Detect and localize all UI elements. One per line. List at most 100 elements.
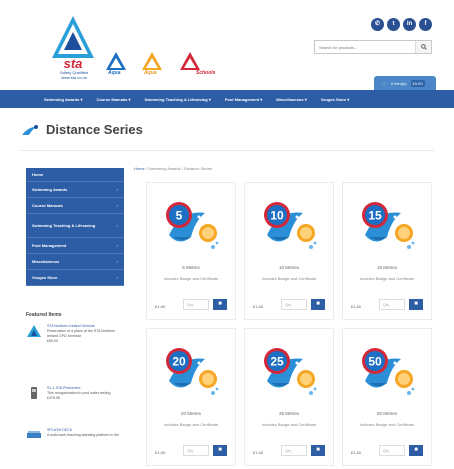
add-to-basket-button[interactable]: ■ [311,299,325,310]
quantity-input[interactable]: Qty [183,299,209,310]
featured-item-image [27,431,41,438]
sta-logo[interactable]: sta [48,14,98,74]
add-to-basket-button[interactable]: ■ [409,299,423,310]
product-image[interactable]: 5 [159,195,225,255]
sidebar-item-vouges-store[interactable]: Vouges Store › [26,270,124,286]
basket-icon: ■ [414,301,418,307]
sublogo-2[interactable]: Aqua [140,48,180,78]
sidebar-item-swimming-awards[interactable]: Swimming Awards › [26,182,124,198]
add-to-basket-button[interactable]: ■ [409,445,423,456]
quantity-input[interactable]: Qty [379,299,405,310]
sidebar-item-swimming-teaching[interactable]: Swimming Teaching & Lifesaving › [26,214,124,238]
search-button[interactable] [415,41,431,53]
product-description: Includes Badge and Certificate [163,276,219,281]
featured-item-text: SPLASH DECK A solid work teaching standi… [47,428,119,442]
nav-pool-management[interactable]: Pool Management ▾ [225,97,262,102]
social-links: ✆ t in f [371,18,432,31]
basket-icon: ■ [316,447,320,453]
nav-swimming-awards[interactable]: Swimming Awards ▾ [44,97,82,102]
sidebar-item-label: Pool Management [32,243,67,248]
nav-course-manuals[interactable]: Course Manuals ▾ [96,97,130,102]
featured-item-desc: This reorganisation in pool water testin… [47,391,111,395]
chevron-right-icon: › [116,203,118,208]
product-image[interactable]: 50 [355,341,421,401]
product-card: 5 5 Metres Includes Badge and Certificat… [146,182,236,320]
sidebar-item-label: Course Manuals [32,203,63,208]
product-card: 15 15 Metres Includes Badge and Certific… [342,182,432,320]
featured-item-price: £475.95 [47,396,60,400]
product-card: 10 10 Metres Includes Badge and Certific… [244,182,334,320]
product-name[interactable]: 25 Metres [245,411,333,416]
featured-item-image [27,325,41,337]
badge-number: 50 [368,355,382,369]
product-name[interactable]: 15 Metres [343,265,431,270]
product-name[interactable]: 10 Metres [245,265,333,270]
product-card: 20 20 Metres Includes Badge and Certific… [146,328,236,466]
twitter-icon[interactable]: t [387,18,400,31]
featured-item[interactable]: SPLASH DECK A solid work teaching standi… [26,428,124,442]
product-name[interactable]: 5 Metres [147,265,235,270]
sublogo-3[interactable]: Schools [178,48,238,78]
phone-icon[interactable]: ✆ [371,18,384,31]
featured-item-price: £65.00 [47,339,58,343]
chevron-right-icon: › [116,275,118,280]
sublogo-1-label: Aqua [108,70,121,76]
sublogo-1[interactable]: Aqua [104,48,144,78]
chevron-right-icon: › [116,187,118,192]
sidebar-menu: Home Swimming Awards › Course Manuals › Sw… [26,168,124,286]
product-description: Includes Badge and Certificate [359,276,415,281]
add-to-basket-button[interactable]: ■ [213,445,227,456]
search-box [314,40,432,54]
product-description: Includes Badge and Certificate [163,422,219,427]
sidebar-item-label: Home [32,172,44,177]
chevron-right-icon: › [116,223,118,228]
badge-number: 20 [172,355,186,369]
quantity-input[interactable]: Qty [281,445,307,456]
product-name[interactable]: 50 Metres [343,411,431,416]
breadcrumb-home[interactable]: Home [134,166,145,171]
product-image[interactable]: 10 [257,195,323,255]
logo-tagline-2: www.sta.co.uk [61,75,87,80]
add-to-basket-button[interactable]: ■ [213,299,227,310]
quantity-input[interactable]: Qty [379,445,405,456]
badge-number: 10 [270,209,284,223]
nav-vouges-store[interactable]: Vouges Store ▾ [321,97,350,102]
nav-swimming-teaching[interactable]: Swimming Teaching & Lifesaving ▾ [144,97,210,102]
search-input[interactable] [315,41,415,53]
sidebar-item-miscellaneous[interactable]: Miscellaneous › [26,254,124,270]
featured-item[interactable]: S1-1 STA Photomeer This reorganisation i… [26,386,124,401]
product-price: £1.40 [351,304,362,309]
product-card: 25 25 Metres Includes Badge and Certific… [244,328,334,466]
linkedin-icon[interactable]: in [403,18,416,31]
search-icon [420,44,427,50]
breadcrumb-trail: / Swimming Awards / Distance Series [145,166,212,171]
badge-number: 25 [270,355,284,369]
logo-tagline: Safety Qualified www.sta.co.uk [44,70,104,80]
product-description: Includes Badge and Certificate [261,422,317,427]
page-heading: Distance Series [20,122,143,137]
featured-item-text: STA Northern Ireland Seminar Reservation… [47,324,124,344]
product-name[interactable]: 20 Metres [147,411,235,416]
product-image[interactable]: 20 [159,341,225,401]
basket-button[interactable]: 🛒 0 item(s) £0.00 [374,76,436,90]
sidebar-item-label: Vouges Store [32,275,58,280]
add-to-basket-button[interactable]: ■ [311,445,325,456]
quantity-input[interactable]: Qty [281,299,307,310]
featured-item-text: S1-1 STA Photomeer This reorganisation i… [47,386,111,401]
sidebar-item-pool-management[interactable]: Pool Management › [26,238,124,254]
basket-icon: ■ [218,447,222,453]
featured-item[interactable]: STA Northern Ireland Seminar Reservation… [26,324,124,344]
sidebar-item-label: Swimming Teaching & Lifesaving [32,222,96,228]
featured-item-desc: A solid work teaching standing platform … [47,433,120,437]
sidebar-item-label: Swimming Awards [32,187,68,192]
sidebar-item-course-manuals[interactable]: Course Manuals › [26,198,124,214]
product-image[interactable]: 15 [355,195,421,255]
facebook-icon[interactable]: f [419,18,432,31]
product-price: £1.40 [253,450,264,455]
sidebar-item-home[interactable]: Home [26,168,124,182]
product-image[interactable]: 25 [257,341,323,401]
featured-item-desc: Reservation of a place at the STA Northe… [47,329,116,338]
chevron-right-icon: › [116,259,118,264]
nav-miscellaneous[interactable]: Miscellaneous ▾ [276,97,306,102]
quantity-input[interactable]: Qty [183,445,209,456]
